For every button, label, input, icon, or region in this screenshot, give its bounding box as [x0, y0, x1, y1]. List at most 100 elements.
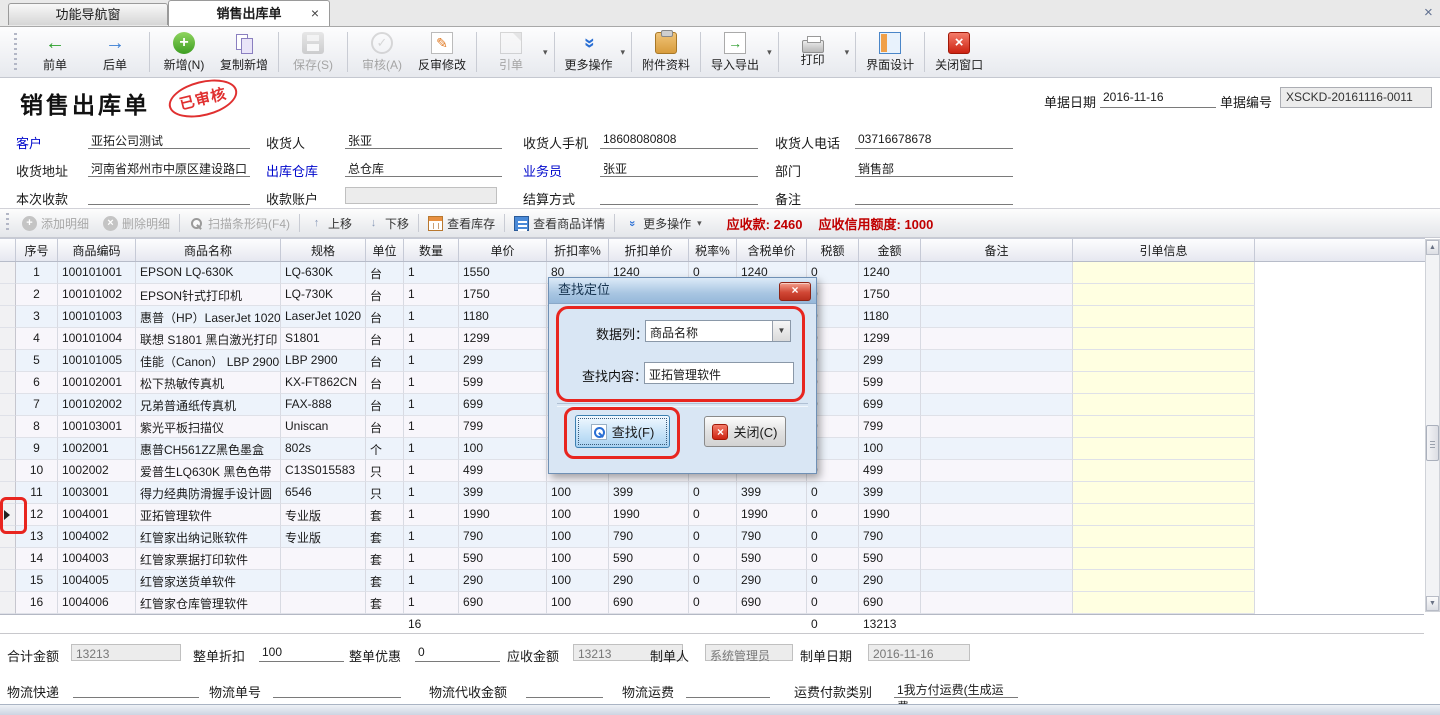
toolbar-button-unaudit-edit[interactable]: ✎反审修改 — [412, 29, 472, 75]
column-header-seq[interactable]: 序号 — [16, 239, 58, 261]
cell-tax: 0 — [807, 482, 859, 504]
detail-button-delete-detail[interactable]: ×删除明细 — [103, 215, 170, 232]
toolbar-button-attachments[interactable]: 附件资料 — [636, 29, 696, 75]
input-field[interactable] — [686, 679, 770, 698]
input-field[interactable]: 1我方付运费(生成运费 — [894, 679, 1018, 698]
input-field[interactable]: 18608080808 — [600, 130, 758, 149]
input-field[interactable]: 河南省郑州市中原区建设路口 — [88, 158, 250, 177]
cell-qty: 1 — [404, 438, 459, 460]
detail-button-view-stock[interactable]: 查看库存 — [428, 215, 495, 232]
toolbar-button-label: 前单 — [43, 56, 67, 73]
column-header-tax[interactable]: 税额 — [807, 239, 859, 261]
column-header-marker[interactable] — [0, 239, 16, 261]
cell-code: 1004005 — [58, 570, 136, 592]
input-field[interactable]: 张亚 — [600, 158, 758, 177]
close-button[interactable]: × 关闭(C) — [704, 416, 786, 447]
input-field[interactable]: 03716678678 — [855, 130, 1013, 149]
tab-sales-outbound[interactable]: 销售出库单 × — [168, 0, 330, 26]
column-header-discount_rate[interactable]: 折扣率% — [547, 239, 609, 261]
dialog-close-icon[interactable]: × — [779, 282, 811, 301]
input-field[interactable] — [526, 679, 603, 698]
toolbar-button-next-order[interactable]: →后单 — [85, 29, 145, 75]
dropdown-arrow-icon[interactable]: ▾ — [543, 47, 548, 58]
detail-button-scan-barcode[interactable]: 扫描条形码(F4) — [189, 215, 290, 232]
dialog-title[interactable]: 查找定位 — [549, 278, 816, 304]
scroll-down-icon[interactable] — [1426, 596, 1439, 611]
cell-qty: 1 — [404, 372, 459, 394]
chevron-down-icon[interactable] — [772, 321, 790, 341]
column-header-tax_rate[interactable]: 税率% — [689, 239, 737, 261]
scroll-up-icon[interactable] — [1426, 240, 1439, 255]
toolbar-separator — [924, 32, 925, 72]
toolbar-group-attachments: 附件资料 — [636, 29, 696, 75]
table-row[interactable]: 111003001得力经典防滑握手设计圆6546只139910039903990… — [0, 482, 1425, 504]
toolbar-button-ref-order[interactable]: 引单 — [481, 29, 541, 75]
toolbar-button-audit[interactable]: ✓审核(A) — [352, 29, 412, 75]
dropdown-arrow-icon[interactable]: ▾ — [621, 47, 626, 58]
column-header-price[interactable]: 单价 — [459, 239, 547, 261]
detail-button-view-product-detail[interactable]: 查看商品详情 — [514, 215, 605, 232]
toolbar-button-copy-new[interactable]: 复制新增 — [214, 29, 274, 75]
cell-name: EPSON LQ-630K — [136, 262, 281, 284]
table-row[interactable]: 151004005红管家送货单软件套129010029002900290 — [0, 570, 1425, 592]
input-field[interactable] — [600, 186, 758, 205]
dropdown-arrow-icon[interactable]: ▾ — [697, 218, 702, 229]
toolbar-button-close-window[interactable]: ×关闭窗口 — [929, 29, 989, 75]
dropdown-arrow-icon[interactable]: ▾ — [845, 47, 850, 58]
input-field[interactable]: 张亚 — [345, 130, 502, 149]
toolbar-button-more-actions[interactable]: »更多操作 — [559, 29, 619, 75]
dropdown-arrow-icon[interactable]: ▾ — [767, 47, 772, 58]
column-header-remark[interactable]: 备注 — [921, 239, 1073, 261]
column-header-amount[interactable]: 金额 — [859, 239, 921, 261]
row-marker-cell — [0, 328, 16, 350]
table-row[interactable]: 131004002红管家出纳记账软件专业版套179010079007900790 — [0, 526, 1425, 548]
data-column-combobox[interactable]: 商品名称 — [645, 320, 791, 342]
cell-remark — [921, 460, 1073, 482]
cell-price: 100 — [459, 438, 547, 460]
column-header-tax_price[interactable]: 含税单价 — [737, 239, 807, 261]
column-header-qty[interactable]: 数量 — [404, 239, 459, 261]
detail-button-move-up[interactable]: ↑上移 — [309, 215, 352, 232]
summary-discount_rate — [547, 615, 609, 633]
input-field[interactable]: 销售部 — [855, 158, 1013, 177]
grid-vertical-scrollbar[interactable] — [1425, 239, 1440, 612]
doc-date-field[interactable]: 2016-11-16 — [1100, 89, 1216, 108]
input-field[interactable] — [855, 186, 1013, 205]
table-row[interactable]: 121004001亚拓管理软件专业版套119901001990019900199… — [0, 504, 1425, 526]
toolbar-button-ui-design[interactable]: 界面设计 — [860, 29, 920, 75]
column-header-spec[interactable]: 规格 — [281, 239, 366, 261]
toolbar-button-print[interactable]: 打印 — [783, 29, 843, 75]
form-row: 收货地址河南省郑州市中原区建设路口出库仓库总仓库业务员张亚部门销售部 — [0, 158, 1440, 180]
detail-button-more-actions-detail[interactable]: »更多操作▾ — [624, 215, 704, 232]
input-field[interactable] — [273, 679, 401, 698]
column-header-unit[interactable]: 单位 — [366, 239, 404, 261]
toolbar-group-unaudit-edit: ✎反审修改 — [412, 29, 472, 75]
footer-label: 物流单号 — [209, 682, 261, 701]
detail-button-move-down[interactable]: ↓下移 — [366, 215, 409, 232]
input-field[interactable]: 0 — [415, 643, 500, 662]
footer-label: 整单折扣 — [193, 646, 245, 665]
tab-close-icon[interactable]: × — [311, 1, 319, 26]
table-row[interactable]: 161004006红管家仓库管理软件套169010069006900690 — [0, 592, 1425, 614]
table-row[interactable]: 141004003红管家票据打印软件套159010059005900590 — [0, 548, 1425, 570]
scrollbar-thumb[interactable] — [1426, 425, 1439, 461]
tab-function-nav[interactable]: 功能导航窗 — [8, 3, 168, 25]
toolbar-button-prev-order[interactable]: ←前单 — [25, 29, 85, 75]
toolbar-button-new-order[interactable]: +新增(N) — [154, 29, 214, 75]
input-field[interactable]: 亚拓公司测试 — [88, 130, 250, 149]
toolbar-button-import-export[interactable]: →导入导出 — [705, 29, 765, 75]
input-field[interactable]: 总仓库 — [345, 158, 502, 177]
search-content-input[interactable]: 亚拓管理软件 — [644, 362, 794, 384]
input-field[interactable] — [73, 679, 199, 698]
detail-button-add-detail[interactable]: +添加明细 — [22, 215, 89, 232]
input-field[interactable]: 100 — [259, 643, 344, 662]
input-field[interactable] — [88, 186, 250, 205]
column-header-code[interactable]: 商品编码 — [58, 239, 136, 261]
find-button[interactable]: 查找(F) — [575, 415, 670, 448]
window-close-icon[interactable]: × — [1424, 4, 1433, 21]
column-header-ref_info[interactable]: 引单信息 — [1073, 239, 1255, 261]
toolbar-button-save[interactable]: 保存(S) — [283, 29, 343, 75]
column-header-name[interactable]: 商品名称 — [136, 239, 281, 261]
column-header-discount_price[interactable]: 折扣单价 — [609, 239, 689, 261]
find-locate-dialog: 查找定位 × 数据列： 商品名称 查找内容： 亚拓管理软件 查找(F) × 关闭… — [548, 277, 817, 474]
